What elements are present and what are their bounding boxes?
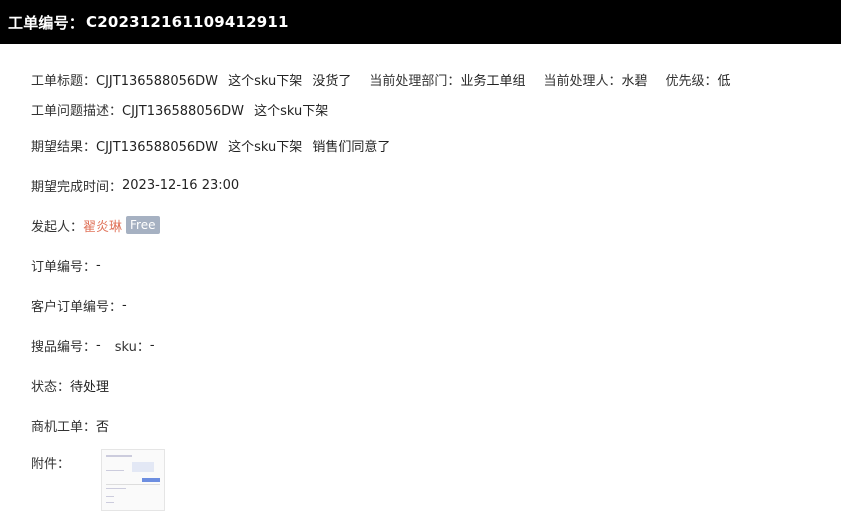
opportunity-row: 商机工单： 否 — [31, 405, 841, 445]
search-number-label: 搜品编号： — [31, 339, 97, 355]
priority-label: 优先级： — [665, 73, 718, 89]
description-label: 工单问题描述： — [31, 103, 123, 119]
status-value: 待处理 — [70, 379, 110, 395]
plan-badge: Free — [126, 216, 160, 234]
expected-result-value: CJJT136588056DW 这个sku下架 销售们同意了 — [96, 139, 391, 155]
initiator-label: 发起人： — [31, 219, 84, 235]
customer-order-row: 客户订单编号： - — [31, 285, 841, 325]
description-row: 工单问题描述： CJJT136588056DW 这个sku下架 — [31, 97, 841, 121]
status-label: 状态： — [31, 379, 71, 395]
thumb-detail — [142, 478, 161, 482]
opportunity-value: 否 — [96, 419, 110, 435]
customer-order-label: 客户订单编号： — [31, 299, 123, 315]
attachment-label: 附件： — [31, 457, 71, 472]
handler-label: 当前处理人： — [543, 73, 622, 89]
ticket-details: 工单标题： CJJT136588056DW 这个sku下架 没货了 当前处理部门… — [0, 44, 841, 513]
order-number-row: 订单编号： - — [31, 245, 841, 285]
initiator-row: 发起人： 翟炎琳 Free — [31, 205, 841, 245]
customer-order-value: - — [122, 297, 127, 313]
thumb-detail — [106, 470, 125, 471]
thumb-detail — [106, 488, 127, 489]
department-value: 业务工单组 — [460, 73, 526, 89]
thumb-detail — [106, 496, 115, 497]
priority-value: 低 — [717, 73, 731, 89]
order-number-value: - — [96, 257, 101, 273]
thumb-detail — [132, 462, 155, 472]
search-number-value: - — [96, 337, 101, 353]
attachment-row: 附件： — [31, 445, 841, 513]
thumb-detail — [106, 484, 161, 485]
status-row: 状态： 待处理 — [31, 365, 841, 405]
sku-label: sku： — [114, 339, 150, 355]
expected-time-label: 期望完成时间： — [31, 179, 123, 195]
initiator-name-link[interactable]: 翟炎琳 — [83, 216, 122, 235]
expected-result-label: 期望结果： — [31, 139, 97, 155]
sku-value: - — [149, 337, 155, 353]
ticket-number: C202312161109412911 — [86, 13, 289, 31]
search-number-row: 搜品编号： - sku： - — [31, 325, 841, 365]
expected-time-value: 2023-12-16 23:00 — [122, 177, 240, 193]
description-value: CJJT136588056DW 这个sku下架 — [122, 103, 329, 119]
department-label: 当前处理部门： — [369, 73, 461, 89]
ticket-number-label: 工单编号： — [8, 13, 85, 32]
ticket-title-value: CJJT136588056DW 这个sku下架 没货了 — [96, 73, 352, 89]
thumb-detail — [106, 502, 115, 503]
order-number-label: 订单编号： — [31, 259, 97, 275]
ticket-title-label: 工单标题： — [31, 73, 97, 89]
handler-value: 水碧 — [621, 73, 648, 89]
attachment-thumbnail[interactable] — [101, 449, 166, 511]
expected-time-row: 期望完成时间： 2023-12-16 23:00 — [31, 165, 841, 205]
thumb-detail — [106, 455, 133, 457]
opportunity-label: 商机工单： — [31, 419, 97, 435]
expected-result-row: 期望结果： CJJT136588056DW 这个sku下架 销售们同意了 — [31, 125, 841, 165]
summary-row: 工单标题： CJJT136588056DW 这个sku下架 没货了 当前处理部门… — [31, 67, 841, 91]
page-header: 工单编号： C202312161109412911 — [0, 0, 841, 44]
